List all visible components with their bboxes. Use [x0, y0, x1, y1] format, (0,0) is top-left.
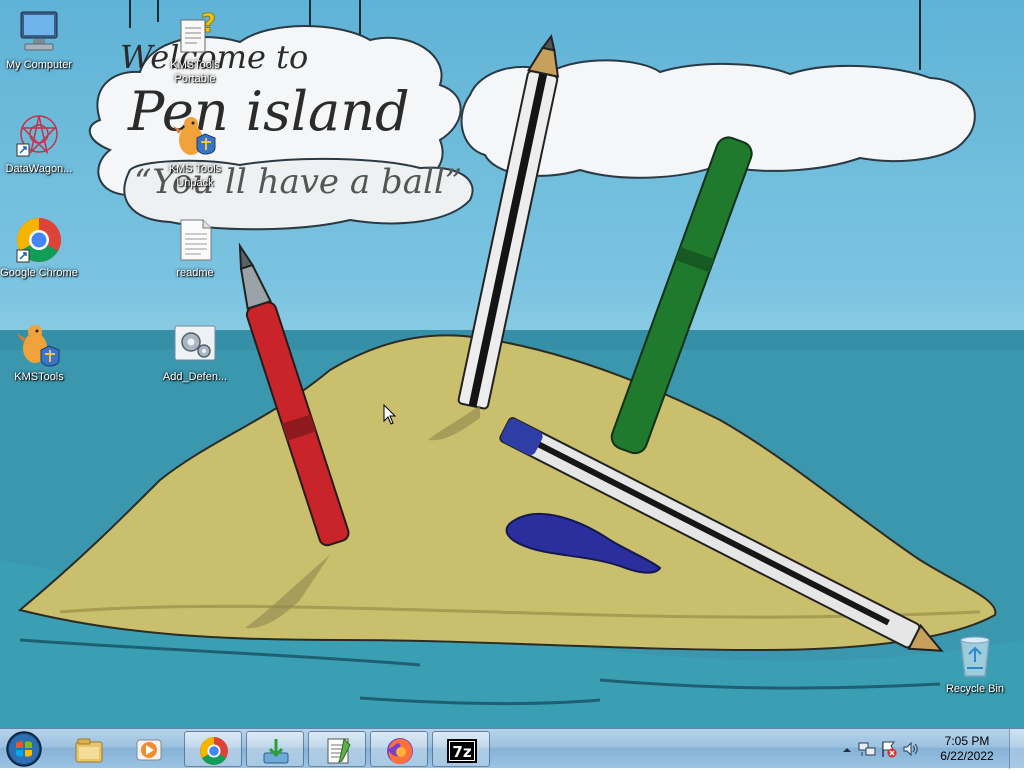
desktop-icon-label: KMSTools Portable	[170, 59, 220, 85]
taskbar[interactable]: 7z 7:05 PM 6/22/2022	[0, 728, 1024, 769]
action-center-warning-icon[interactable]	[880, 740, 898, 758]
desktop-icon-kmstools[interactable]: KMSTools	[0, 320, 78, 384]
chrome-icon	[15, 216, 63, 264]
taskbar-notepad[interactable]	[308, 731, 366, 767]
desktop-icon-my-computer[interactable]: My Computer	[0, 8, 78, 72]
mouse-cursor-icon	[383, 404, 397, 425]
text-file-icon	[171, 216, 219, 264]
registry-script-icon	[171, 320, 219, 368]
network-icon[interactable]	[858, 740, 876, 758]
desktop-icon-label: KMS Tools Unpack	[168, 163, 222, 189]
show-hidden-icons-icon[interactable]	[842, 745, 852, 755]
kmstools-portable-icon: ?	[171, 8, 219, 56]
file-explorer-icon	[75, 738, 103, 763]
desktop-icon-label: DataWagon...	[5, 163, 73, 175]
desktop-icon-label: My Computer	[5, 59, 73, 71]
computer-icon	[15, 8, 63, 56]
start-button[interactable]	[4, 730, 44, 768]
volume-icon[interactable]	[902, 740, 920, 758]
7zip-icon: 7z	[447, 739, 477, 763]
firefox-icon	[387, 738, 413, 764]
taskbar-clock[interactable]: 7:05 PM 6/22/2022	[932, 734, 1002, 764]
desktop-icon-label: KMSTools	[14, 371, 64, 383]
desktop-icon-label: Add_Defen...	[162, 371, 228, 383]
taskbar-chrome[interactable]	[184, 731, 242, 767]
notepad-icon	[327, 737, 351, 764]
windows-logo-icon	[6, 731, 42, 767]
taskbar-installer[interactable]	[246, 731, 304, 767]
chrome-icon	[200, 737, 228, 765]
kmstools-unpack-icon	[171, 112, 219, 160]
taskbar-7zip[interactable]: 7z	[432, 731, 490, 767]
desktop-icon-readme[interactable]: readme	[156, 216, 234, 280]
clock-date: 6/22/2022	[940, 749, 994, 763]
show-desktop-button[interactable]	[1009, 729, 1024, 769]
desktop-icon-label: Google Chrome	[0, 267, 78, 279]
media-player-icon	[136, 739, 162, 761]
taskbar-file-explorer[interactable]	[60, 731, 118, 767]
desktop[interactable]: Welcome to Pen island “You ll have a bal…	[0, 0, 1024, 728]
installer-icon	[263, 739, 289, 764]
svg-text:7z: 7z	[452, 743, 471, 761]
taskbar-firefox[interactable]	[370, 731, 428, 767]
svg-text:?: ?	[201, 9, 216, 39]
desktop-icon-label: readme	[176, 267, 214, 279]
datawagon-icon	[15, 112, 63, 160]
desktop-icon-recycle-bin[interactable]: Recycle Bin	[936, 632, 1014, 696]
desktop-icon-kmstools-unpack[interactable]: KMS Tools Unpack	[156, 112, 234, 190]
desktop-icon-add-defender[interactable]: Add_Defen...	[156, 320, 234, 384]
clock-time: 7:05 PM	[944, 734, 990, 748]
kmstools-icon	[15, 320, 63, 368]
taskbar-media-player[interactable]	[120, 731, 178, 767]
desktop-icon-google-chrome[interactable]: Google Chrome	[0, 216, 78, 280]
recycle-bin-icon	[951, 632, 999, 680]
desktop-icon-datawagon[interactable]: DataWagon...	[0, 112, 78, 176]
desktop-icon-label: Recycle Bin	[945, 683, 1005, 695]
system-tray: 7:05 PM 6/22/2022	[834, 729, 1024, 769]
desktop-icon-kmstools-portable[interactable]: ? KMSTools Portable	[156, 8, 234, 86]
